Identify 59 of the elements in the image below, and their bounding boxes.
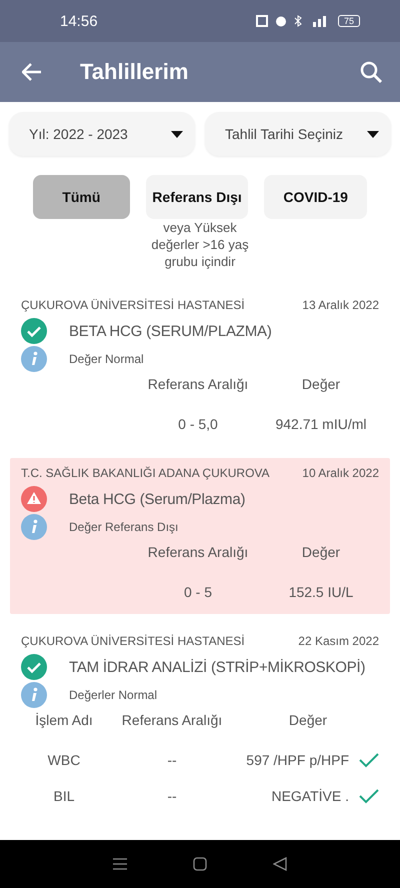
note-text: grubu içindir (164, 253, 236, 270)
column-header: Değer (300, 544, 342, 562)
column-header: Referans Aralığı (146, 544, 250, 562)
back-arrow-icon[interactable] (22, 63, 42, 81)
table-cell-text: -- (166, 787, 178, 806)
check-circle-icon (21, 318, 47, 344)
filter-tab[interactable]: Referans Dışı (146, 175, 248, 219)
bluetooth-icon (294, 15, 302, 27)
caret-icon (171, 130, 183, 138)
table-cell-text: 0 - 5 (182, 583, 213, 602)
filter-tab[interactable]: Tümü (33, 175, 130, 219)
info-icon (21, 682, 47, 708)
table-cell-text: 942.71 mIU/ml (274, 415, 368, 434)
column-header: Referans Aralığı (146, 376, 250, 394)
column-header: Değer (288, 712, 328, 730)
result-summary: Değer Referans Dışı (69, 520, 178, 534)
result-date: 10 Aralık 2022 (302, 466, 379, 480)
table-cell-text: 0 - 5,0 (177, 415, 219, 434)
table-cell-text: WBC (46, 751, 82, 770)
page-title: Tahlillerim (80, 59, 190, 85)
table-cell-text: -- (166, 751, 178, 770)
hospital-name: ÇUKUROVA ÜNİVERSİTESİ HASTANESİ (21, 634, 245, 648)
result-summary: Değerler Normal (69, 688, 158, 702)
check-circle-icon (21, 654, 47, 680)
note-text: değerler >16 yaş (151, 236, 249, 253)
result-date: 13 Aralık 2022 (302, 298, 379, 312)
dropdown-label: Tahlil Tarihi Seçiniz (225, 126, 344, 142)
hospital-name: ÇUKUROVA ÜNİVERSİTESİ HASTANESİ (21, 298, 245, 312)
check-icon (359, 788, 379, 804)
status-time: 14:56 (60, 12, 99, 30)
home-icon[interactable] (193, 857, 207, 871)
menu-icon[interactable] (113, 858, 127, 870)
table-cell-text: BIL (52, 787, 76, 806)
result-date: 22 Kasım 2022 (298, 634, 379, 648)
hospital-name: T.C. SAĞLIK BAKANLIĞI ADANA ÇUKUROVA (21, 466, 270, 480)
check-icon (359, 752, 379, 768)
table-cell-text: 152.5 IU/L (288, 583, 354, 602)
note-text: veya Yüksek (163, 219, 237, 236)
table-cell: NEGATİVE . (271, 788, 349, 804)
filter-tab[interactable]: COVID-19 (264, 175, 367, 219)
test-name: TAM İDRAR ANALİZİ (STRİP+MİKROSKOPİ) (69, 658, 366, 676)
caret-icon (367, 130, 379, 138)
column-header: İşlem Adı (34, 712, 94, 730)
battery-icon: 75 (338, 15, 360, 27)
filter-dropdown[interactable]: Tahlil Tarihi Seçiniz (205, 112, 391, 156)
table-cell: 597 /HPF p/HPF (246, 752, 349, 768)
filter-dropdown[interactable]: Yıl: 2022 - 2023 (9, 112, 195, 156)
warning-icon (21, 486, 47, 512)
test-name: Beta HCG (Serum/Plazma) (69, 490, 246, 508)
back-icon[interactable] (273, 857, 287, 871)
info-icon (21, 514, 47, 540)
column-header: Referans Aralığı (120, 712, 224, 730)
search-icon[interactable] (360, 61, 382, 83)
result-card[interactable]: T.C. SAĞLIK BAKANLIĞI ADANA ÇUKUROVA 10 Aralık 2022 Beta HCG (Serum/Plazma) Değer Referans Dışı Referans Aralığı Değer 0 - 5 152.5 IU/L (10, 458, 390, 614)
dropdown-label: Yıl: 2022 - 2023 (29, 126, 128, 142)
info-icon (21, 346, 47, 372)
column-header: Değer (300, 376, 342, 394)
test-name: BETA HCG (SERUM/PLAZMA) (69, 322, 272, 340)
result-summary: Değer Normal (69, 352, 144, 366)
